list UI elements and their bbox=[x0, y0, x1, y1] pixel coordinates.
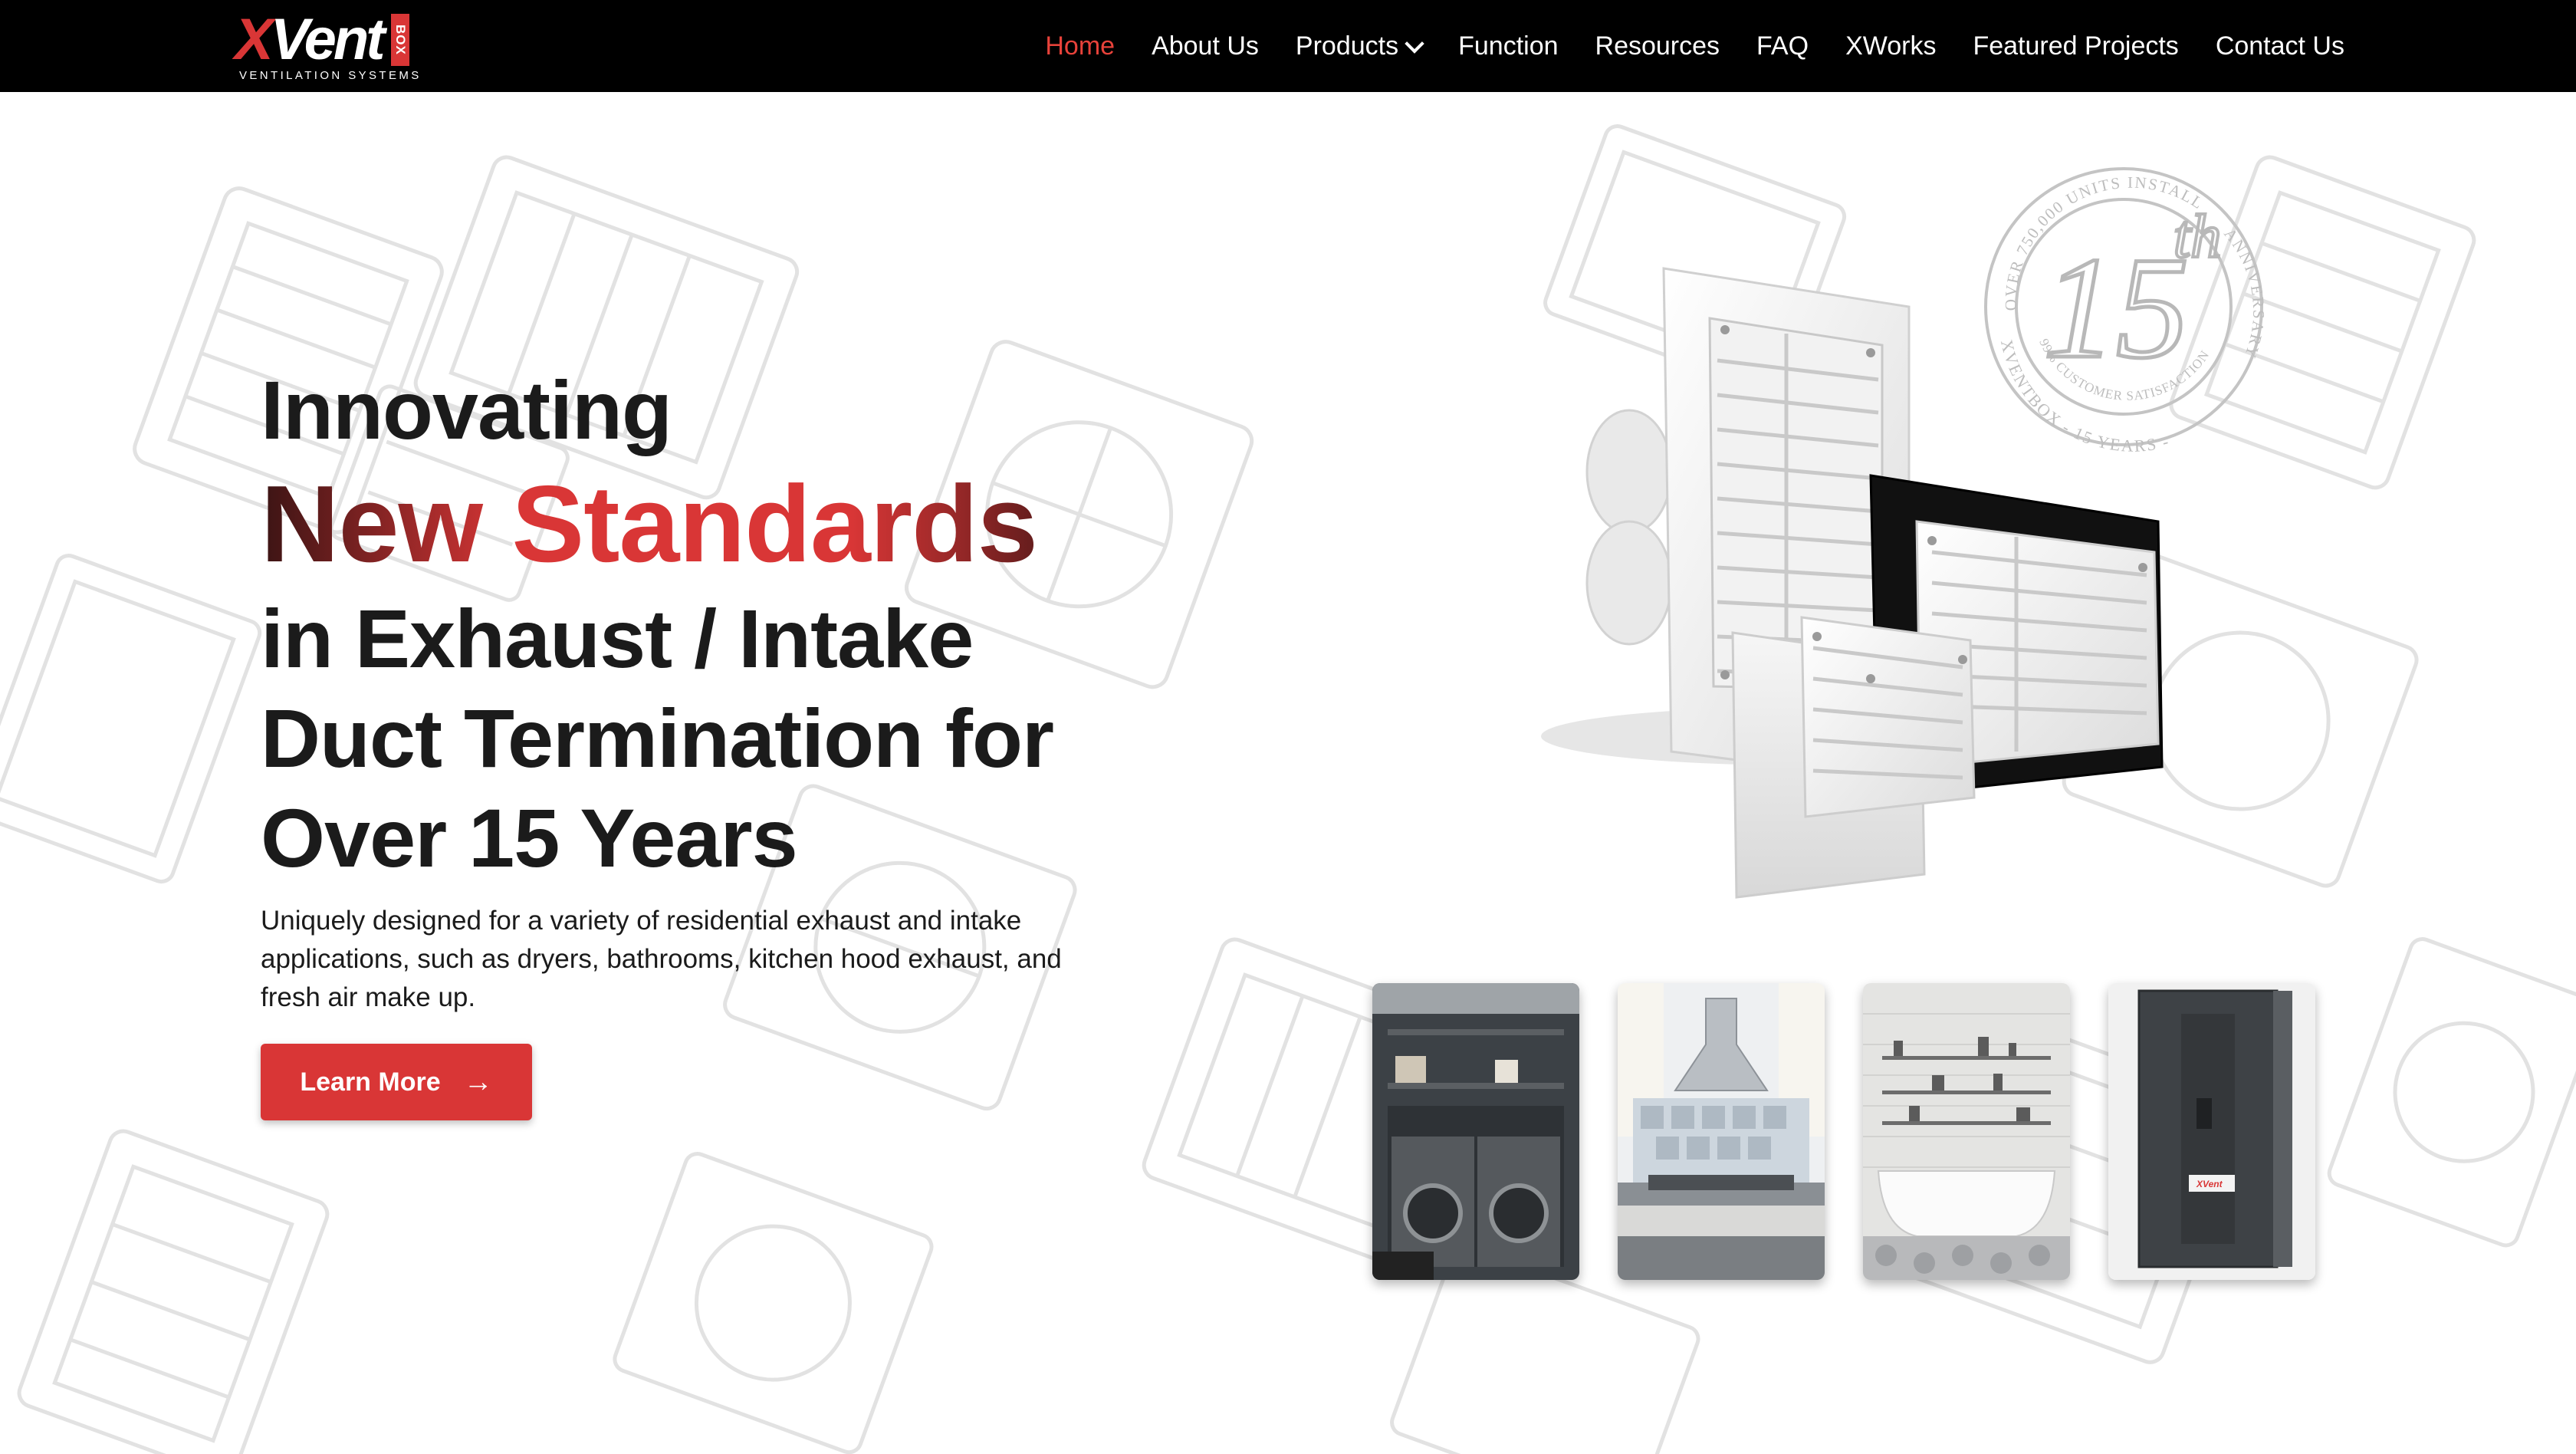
thumbnail-kitchen-hood[interactable] bbox=[1618, 983, 1825, 1280]
thumbnail-air-handler[interactable]: XVent bbox=[2108, 983, 2315, 1280]
nav-item-products[interactable]: Products bbox=[1295, 31, 1424, 61]
nav-item-resources[interactable]: Resources bbox=[1595, 31, 1720, 61]
top-navbar: XVent BOX VENTILATION SYSTEMS Home About… bbox=[0, 0, 2576, 92]
badge-side-text: ANNIVERSARY bbox=[2220, 225, 2266, 362]
nav-item-contact-us[interactable]: Contact Us bbox=[2216, 31, 2344, 61]
chevron-down-icon bbox=[1405, 34, 1424, 54]
arrow-right-icon: → bbox=[463, 1065, 493, 1098]
thumbnail-bathroom[interactable] bbox=[1863, 983, 2070, 1280]
logo-x: X bbox=[235, 7, 274, 72]
application-thumbnails: XVent bbox=[1372, 983, 2354, 1280]
nav-item-label: Featured Projects bbox=[1973, 31, 2179, 61]
logo-tagline: VENTILATION SYSTEMS bbox=[239, 69, 422, 82]
svg-text:ANNIVERSARY: ANNIVERSARY bbox=[2220, 225, 2268, 362]
nav-item-label: XWorks bbox=[1845, 31, 1937, 61]
nav-item-about-us[interactable]: About Us bbox=[1152, 31, 1259, 61]
nav-item-function[interactable]: Function bbox=[1458, 31, 1558, 61]
nav-item-featured-projects[interactable]: Featured Projects bbox=[1973, 31, 2178, 61]
learn-more-button[interactable]: Learn More → bbox=[261, 1044, 532, 1120]
hero-heading-line-5: Over 15 Years bbox=[261, 791, 798, 884]
thumbnail-laundry-room[interactable] bbox=[1372, 983, 1579, 1280]
logo-vent: Vent bbox=[270, 7, 386, 72]
main-nav-menu: Home About Us Products Function Resource… bbox=[1008, 0, 2344, 92]
nav-item-home[interactable]: Home bbox=[1045, 31, 1115, 61]
nav-item-label: Products bbox=[1295, 31, 1399, 61]
nav-item-label: Home bbox=[1045, 31, 1116, 61]
logo-box-tag: BOX bbox=[391, 14, 409, 66]
nav-item-label: FAQ bbox=[1756, 31, 1809, 61]
learn-more-label: Learn More bbox=[300, 1067, 441, 1097]
hero-heading-line-1: Innovating bbox=[261, 364, 672, 456]
nav-item-xworks[interactable]: XWorks bbox=[1845, 31, 1936, 61]
nav-item-label: Contact Us bbox=[2215, 31, 2344, 61]
xventbox-logo[interactable]: XVent BOX VENTILATION SYSTEMS bbox=[235, 11, 419, 83]
hero-section: Innovating New Standards in Exhaust / In… bbox=[261, 360, 1104, 1120]
nav-item-label: Resources bbox=[1595, 31, 1720, 61]
nav-item-faq[interactable]: FAQ bbox=[1756, 31, 1809, 61]
nav-item-label: Function bbox=[1458, 31, 1559, 61]
svg-text:XVent: XVent bbox=[2196, 1179, 2223, 1189]
hero-heading-highlight: New Standards bbox=[261, 460, 1104, 589]
nav-item-label: About Us bbox=[1152, 31, 1259, 61]
logo-wordmark: XVent bbox=[235, 11, 386, 69]
hero-heading-line-4: Duct Termination for bbox=[261, 692, 1054, 785]
vent-products-image bbox=[1541, 267, 2164, 899]
hero-heading-line-3: in Exhaust / Intake bbox=[261, 592, 974, 685]
hero-subtitle: Uniquely designed for a variety of resid… bbox=[261, 906, 1062, 1012]
